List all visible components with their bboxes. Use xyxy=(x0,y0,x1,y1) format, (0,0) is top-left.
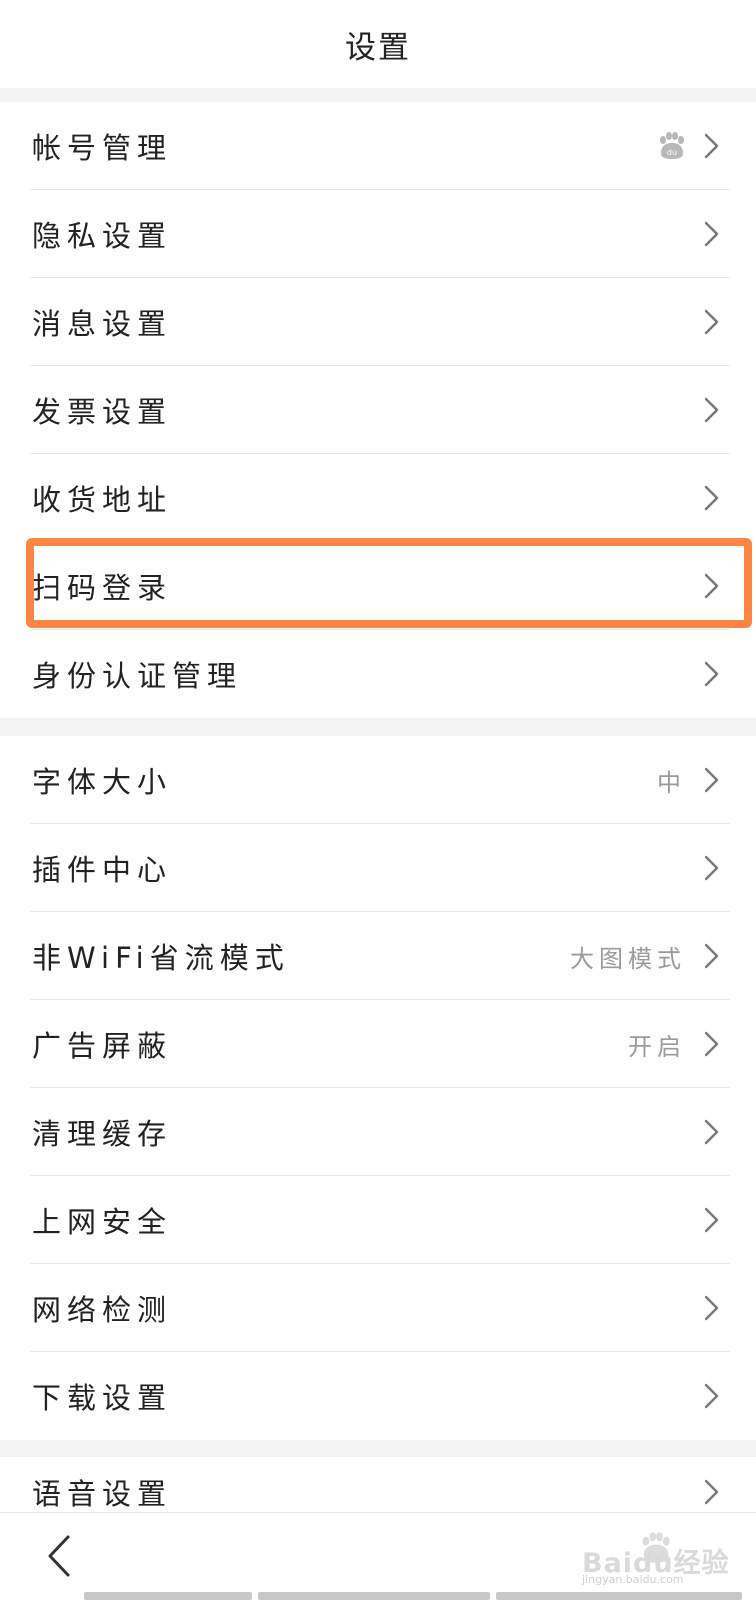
settings-item-clear-cache[interactable]: 清理缓存 xyxy=(0,1088,756,1176)
svg-text:du: du xyxy=(667,148,677,157)
settings-item-value: 开启 xyxy=(628,1032,686,1061)
settings-item-value: 大图模式 xyxy=(570,944,686,973)
settings-item-download[interactable]: 下载设置 xyxy=(0,1352,756,1440)
settings-item-address[interactable]: 收货地址 xyxy=(0,454,756,542)
settings-item-label: 收货地址 xyxy=(32,483,173,517)
watermark: Baidu经验 jingyan.baidu.com xyxy=(576,1529,746,1589)
settings-item-font-size[interactable]: 字体大小 中 xyxy=(0,736,756,824)
settings-item-label: 非WiFi省流模式 xyxy=(32,941,290,975)
chevron-right-icon xyxy=(704,309,719,335)
settings-item-label: 下载设置 xyxy=(32,1381,173,1415)
settings-item-label: 隐私设置 xyxy=(32,219,173,253)
chevron-right-icon xyxy=(704,943,719,969)
settings-item-account-management[interactable]: 帐号管理 du xyxy=(0,102,756,190)
settings-item-ad-block[interactable]: 广告屏蔽 开启 xyxy=(0,1000,756,1088)
chevron-right-icon xyxy=(704,1119,719,1145)
settings-item-label: 上网安全 xyxy=(32,1205,173,1239)
settings-item-browsing-security[interactable]: 上网安全 xyxy=(0,1176,756,1264)
settings-item-label: 网络检测 xyxy=(32,1293,173,1327)
settings-item-plugins[interactable]: 插件中心 xyxy=(0,824,756,912)
back-arrow-icon[interactable] xyxy=(40,1533,80,1579)
chevron-right-icon xyxy=(704,767,719,793)
settings-item-label: 插件中心 xyxy=(32,853,173,887)
bottom-strip xyxy=(496,1592,742,1600)
chevron-right-icon xyxy=(704,1207,719,1233)
settings-item-scan-login[interactable]: 扫码登录 xyxy=(0,542,756,630)
settings-item-label: 清理缓存 xyxy=(32,1117,173,1151)
chevron-right-icon xyxy=(704,661,719,687)
settings-group-account: 帐号管理 du 隐私设置 消息设置 发票设置 收货地址 扫码登录 身份认证管理 xyxy=(0,102,756,718)
settings-group-general: 字体大小 中 插件中心 非WiFi省流模式 大图模式 广告屏蔽 开启 清理缓存 … xyxy=(0,736,756,1440)
settings-item-label: 语音设置 xyxy=(32,1477,173,1511)
chevron-right-icon xyxy=(704,573,719,599)
chevron-right-icon xyxy=(704,855,719,881)
title-bar: 设置 xyxy=(0,0,756,88)
settings-item-label: 身份认证管理 xyxy=(32,659,243,693)
chevron-right-icon xyxy=(704,397,719,423)
settings-item-invoice[interactable]: 发票设置 xyxy=(0,366,756,454)
settings-item-label: 字体大小 xyxy=(32,765,173,799)
settings-item-label: 发票设置 xyxy=(32,395,173,429)
settings-item-label: 帐号管理 xyxy=(32,131,173,165)
bottom-strip xyxy=(258,1592,490,1600)
bottom-strip xyxy=(84,1592,252,1600)
settings-item-data-saver[interactable]: 非WiFi省流模式 大图模式 xyxy=(0,912,756,1000)
settings-item-messages[interactable]: 消息设置 xyxy=(0,278,756,366)
chevron-right-icon xyxy=(704,485,719,511)
bottom-bar: Baidu经验 jingyan.baidu.com xyxy=(0,1512,756,1601)
chevron-right-icon xyxy=(704,1383,719,1409)
chevron-right-icon xyxy=(704,1295,719,1321)
settings-item-network-check[interactable]: 网络检测 xyxy=(0,1264,756,1352)
settings-item-value: 中 xyxy=(657,768,686,797)
settings-group-voice: 语音设置 xyxy=(0,1457,756,1512)
watermark-url: jingyan.baidu.com xyxy=(582,1573,684,1586)
settings-item-label: 广告屏蔽 xyxy=(32,1029,173,1063)
settings-item-label: 消息设置 xyxy=(32,307,173,341)
baidu-paw-icon: du xyxy=(660,132,684,159)
chevron-right-icon xyxy=(704,1031,719,1057)
settings-item-voice[interactable]: 语音设置 xyxy=(0,1457,756,1512)
chevron-right-icon xyxy=(704,1479,719,1505)
settings-item-label: 扫码登录 xyxy=(32,571,173,605)
chevron-right-icon xyxy=(704,133,719,159)
settings-item-identity[interactable]: 身份认证管理 xyxy=(0,630,756,718)
chevron-right-icon xyxy=(704,221,719,247)
settings-item-privacy[interactable]: 隐私设置 xyxy=(0,190,756,278)
page-title: 设置 xyxy=(345,29,411,66)
